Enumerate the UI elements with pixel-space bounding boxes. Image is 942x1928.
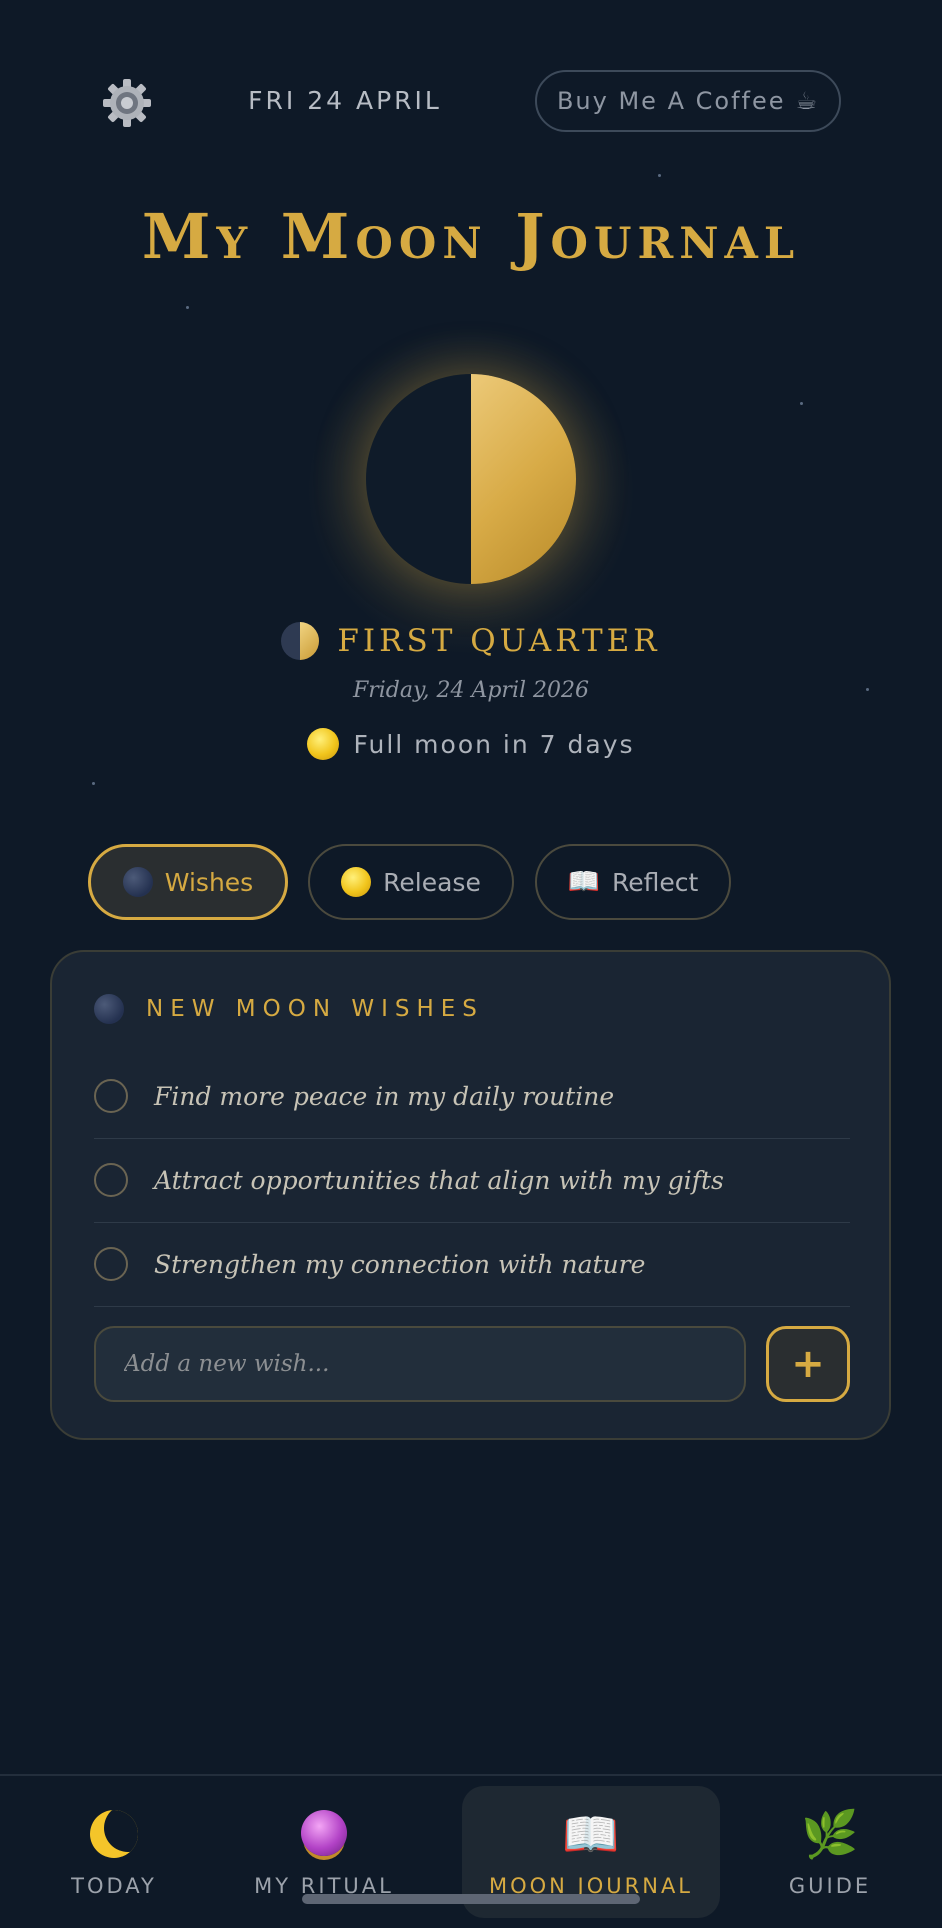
tab-release[interactable]: Release	[308, 844, 514, 920]
full-moon-countdown: Full moon in 7 days	[0, 728, 942, 760]
tab-release-label: Release	[383, 867, 481, 897]
current-date: FRI 24 APRIL	[248, 86, 442, 115]
open-book-icon: 📖	[562, 1807, 620, 1861]
crescent-moon-icon	[90, 1806, 138, 1862]
list-item: Attract opportunities that align with my…	[94, 1138, 850, 1223]
nav-label: GUIDE	[788, 1874, 872, 1898]
open-book-icon: 📖	[567, 867, 601, 897]
nav-item-guide[interactable]: 🌿 GUIDE	[750, 1786, 910, 1918]
star-decoration	[800, 402, 803, 405]
tab-wishes-label: Wishes	[164, 867, 254, 897]
wish-checkbox[interactable]	[94, 1163, 128, 1197]
buy-me-a-coffee-button[interactable]: Buy Me A Coffee ☕	[535, 70, 841, 132]
moon-lit-half	[471, 374, 576, 584]
new-moon-icon	[94, 994, 124, 1024]
tab-reflect[interactable]: 📖 Reflect	[535, 844, 731, 920]
tab-reflect-label: Reflect	[612, 867, 699, 897]
tab-wishes[interactable]: Wishes	[88, 844, 288, 920]
nav-label: TODAY	[71, 1874, 157, 1898]
phase-row: FIRST QUARTER	[0, 622, 942, 660]
list-item: Find more peace in my daily routine	[94, 1054, 850, 1139]
card-title: NEW MOON WISHES	[146, 996, 484, 1022]
first-quarter-moon-icon	[281, 622, 320, 660]
herb-leaf-icon: 🌿	[801, 1807, 859, 1861]
coffee-cup-icon: ☕	[795, 87, 820, 115]
full-moon-icon	[307, 728, 340, 760]
wishes-card: NEW MOON WISHES Find more peace in my da…	[50, 950, 891, 1440]
home-indicator[interactable]	[302, 1894, 640, 1904]
bottom-nav: TODAY MY RITUAL 📖 MOON JOURNAL 🌿 GUIDE	[0, 1774, 942, 1928]
add-wish-button[interactable]: +	[766, 1326, 850, 1402]
nav-item-today[interactable]: TODAY	[24, 1786, 204, 1918]
page-title: My Moon Journal	[141, 200, 801, 273]
wish-text: Attract opportunities that align with my…	[154, 1165, 724, 1195]
moon-phase-illustration	[366, 374, 576, 584]
settings-gear-icon[interactable]	[102, 78, 152, 128]
star-decoration	[658, 174, 661, 177]
crystal-ball-icon	[301, 1806, 347, 1862]
full-moon-countdown-text: Full moon in 7 days	[353, 729, 635, 759]
wish-text: Find more peace in my daily routine	[154, 1081, 615, 1111]
new-moon-icon	[122, 867, 153, 897]
star-decoration	[92, 782, 95, 785]
wish-text: Strengthen my connection with nature	[154, 1249, 646, 1279]
full-date: Friday, 24 April 2026	[352, 678, 590, 703]
wish-checkbox[interactable]	[94, 1247, 128, 1281]
full-moon-icon	[341, 867, 372, 897]
moon-phase-name: FIRST QUARTER	[337, 623, 661, 659]
card-header: NEW MOON WISHES	[94, 994, 484, 1024]
new-wish-field	[94, 1326, 746, 1402]
coffee-button-label: Buy Me A Coffee	[556, 87, 786, 115]
wish-checkbox[interactable]	[94, 1079, 128, 1113]
list-item: Strengthen my connection with nature	[94, 1222, 850, 1307]
star-decoration	[186, 306, 189, 309]
new-wish-input[interactable]	[96, 1328, 744, 1400]
